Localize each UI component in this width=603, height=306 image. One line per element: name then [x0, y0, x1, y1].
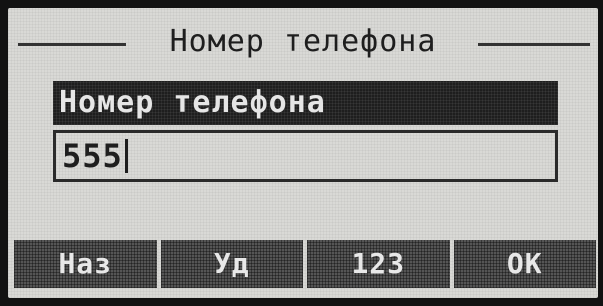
softkey-bar: Наз Уд 123 OK — [14, 240, 596, 288]
back-softkey[interactable]: Наз — [14, 240, 157, 288]
phone-number-label: Номер телефона — [53, 81, 558, 125]
screen-title: Номер телефона — [169, 24, 437, 59]
title-divider-left — [18, 43, 126, 46]
phone-bezel: Номер телефона Номер телефона 555 Наз Уд… — [0, 0, 603, 306]
ok-softkey[interactable]: OK — [453, 240, 596, 288]
delete-softkey[interactable]: Уд — [160, 240, 303, 288]
phone-number-value: 555 — [62, 137, 123, 175]
phone-number-input[interactable]: 555 — [53, 130, 558, 182]
screen-header: Номер телефона — [8, 22, 598, 62]
text-cursor — [124, 139, 128, 173]
lcd-screen: Номер телефона Номер телефона 555 Наз Уд… — [8, 8, 598, 298]
input-mode-softkey[interactable]: 123 — [307, 240, 450, 288]
title-divider-right — [478, 43, 590, 46]
